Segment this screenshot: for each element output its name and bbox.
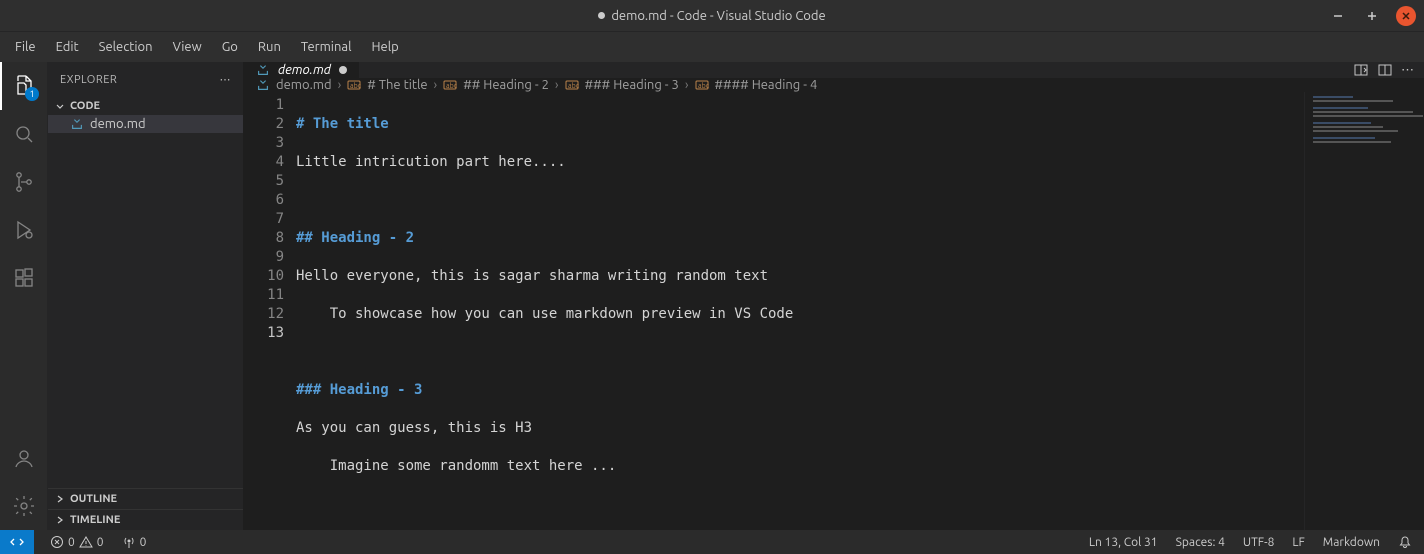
bc-h3[interactable]: ### Heading - 3 <box>585 78 679 92</box>
file-name: demo.md <box>90 117 146 131</box>
menu-selection[interactable]: Selection <box>90 36 162 58</box>
minimap[interactable] <box>1304 92 1424 530</box>
svg-text:abc: abc <box>568 82 579 90</box>
menu-edit[interactable]: Edit <box>47 36 88 58</box>
status-bar: 0 0 0 Ln 13, Col 31 Spaces: 4 UTF-8 LF M… <box>0 530 1424 554</box>
encoding-indicator[interactable]: UTF-8 <box>1241 536 1276 549</box>
sidebar: EXPLORER ⋯ CODE demo.md OUTLINE TIMELINE <box>48 62 244 530</box>
svg-text:abc: abc <box>446 82 457 90</box>
markdown-file-icon <box>256 78 270 92</box>
accounts-icon[interactable] <box>0 434 48 482</box>
error-icon <box>50 535 64 549</box>
activity-bar: 1 <box>0 62 48 530</box>
titlebar: demo.md - Code - Visual Studio Code <box>0 0 1424 32</box>
menu-help[interactable]: Help <box>362 36 407 58</box>
indent-indicator[interactable]: Spaces: 4 <box>1174 536 1227 549</box>
modified-dot-icon <box>598 12 605 19</box>
language-indicator[interactable]: Markdown <box>1321 536 1382 549</box>
project-section-header[interactable]: CODE <box>48 97 243 115</box>
run-debug-icon[interactable] <box>0 206 48 254</box>
menubar: File Edit Selection View Go Run Terminal… <box>0 32 1424 62</box>
menu-terminal[interactable]: Terminal <box>292 36 361 58</box>
close-window-button[interactable] <box>1396 6 1416 26</box>
chevron-right-icon: › <box>685 78 689 92</box>
chevron-right-icon: › <box>338 78 342 92</box>
explorer-badge: 1 <box>25 87 39 101</box>
symbol-string-icon: abc <box>347 79 361 91</box>
editor-body[interactable]: 12345678910111213 # The title Little int… <box>244 92 1424 530</box>
menu-file[interactable]: File <box>6 36 45 58</box>
notifications-bell-icon[interactable] <box>1396 535 1414 549</box>
editor-tab-demo[interactable]: demo.md <box>244 62 360 78</box>
search-icon[interactable] <box>0 110 48 158</box>
minimize-button[interactable] <box>1328 6 1348 26</box>
sidebar-title: EXPLORER <box>60 74 117 86</box>
window-title: demo.md - Code - Visual Studio Code <box>611 9 825 23</box>
ports-indicator[interactable]: 0 <box>120 535 149 549</box>
line-gutter: 12345678910111213 <box>244 92 296 530</box>
source-control-icon[interactable] <box>0 158 48 206</box>
chevron-right-icon: › <box>555 78 559 92</box>
cursor-position[interactable]: Ln 13, Col 31 <box>1087 536 1160 549</box>
menu-run[interactable]: Run <box>249 36 290 58</box>
chevron-right-icon: › <box>434 78 438 92</box>
menu-view[interactable]: View <box>164 36 211 58</box>
bc-file[interactable]: demo.md <box>276 78 332 92</box>
symbol-string-icon: abc <box>443 79 457 91</box>
bc-h1[interactable]: # The title <box>367 78 427 92</box>
outline-section[interactable]: OUTLINE <box>48 488 243 509</box>
code-content[interactable]: # The title Little intricution part here… <box>296 92 1304 530</box>
breadcrumbs[interactable]: demo.md › abc # The title › abc ## Headi… <box>244 78 1424 92</box>
symbol-string-icon: abc <box>695 79 709 91</box>
symbol-string-icon: abc <box>565 79 579 91</box>
explorer-icon[interactable]: 1 <box>0 62 48 110</box>
sidebar-more-icon[interactable]: ⋯ <box>220 73 232 86</box>
tab-modified-icon <box>339 66 347 74</box>
split-editor-icon[interactable] <box>1377 62 1393 78</box>
svg-text:abc: abc <box>698 82 709 90</box>
svg-text:abc: abc <box>350 82 361 90</box>
warning-icon <box>79 535 93 549</box>
project-name: CODE <box>70 100 100 112</box>
radio-tower-icon <box>122 535 136 549</box>
maximize-button[interactable] <box>1362 6 1382 26</box>
tab-more-icon[interactable]: ⋯ <box>1401 63 1414 78</box>
problems-indicator[interactable]: 0 0 <box>48 535 106 549</box>
markdown-file-icon <box>256 63 270 77</box>
timeline-section[interactable]: TIMELINE <box>48 509 243 530</box>
bc-h4[interactable]: #### Heading - 4 <box>715 78 818 92</box>
remote-indicator[interactable] <box>0 530 34 554</box>
editor-area: demo.md ⋯ demo.md › abc # The title › ab… <box>244 62 1424 530</box>
bc-h2[interactable]: ## Heading - 2 <box>463 78 549 92</box>
tab-label: demo.md <box>278 63 331 77</box>
open-preview-icon[interactable] <box>1353 62 1369 78</box>
eol-indicator[interactable]: LF <box>1290 536 1306 549</box>
settings-gear-icon[interactable] <box>0 482 48 530</box>
file-item-demo[interactable]: demo.md <box>48 115 243 133</box>
extensions-icon[interactable] <box>0 254 48 302</box>
menu-go[interactable]: Go <box>213 36 247 58</box>
markdown-file-icon <box>70 117 84 131</box>
